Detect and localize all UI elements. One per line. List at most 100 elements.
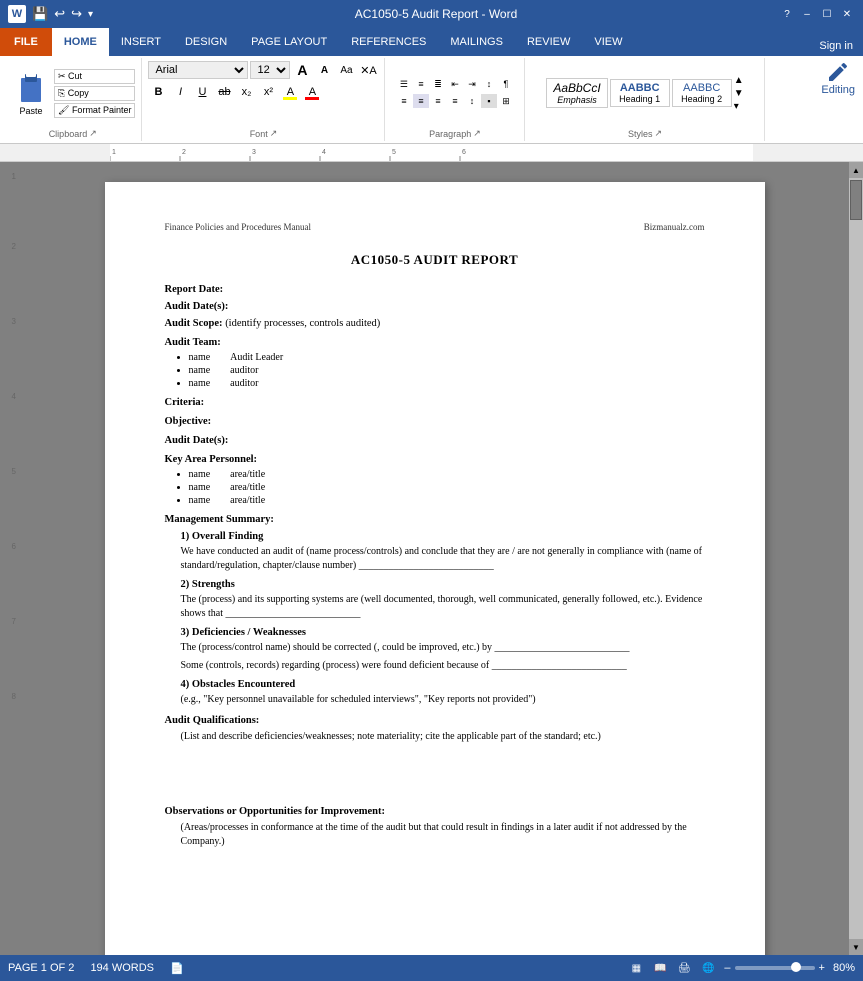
styles-group: AaBbCcI Emphasis AABBC Heading 1 AABBC H… <box>525 58 765 141</box>
view-normal-icon[interactable]: ▦ <box>628 960 644 976</box>
report-date-field: Report Date: <box>165 284 705 295</box>
copy-button[interactable]: ⎘ Copy <box>54 86 135 101</box>
view-reading-icon[interactable]: 📖 <box>652 960 668 976</box>
multilevel-list-button[interactable]: ≣ <box>430 77 446 91</box>
section3-body2[interactable]: Some (controls, records) regarding (proc… <box>181 659 705 673</box>
word-count-icon[interactable]: 📄 <box>170 962 184 975</box>
bold-button[interactable]: B <box>148 82 168 102</box>
zoom-minus-button[interactable]: – <box>724 962 730 974</box>
audit-qual-body[interactable]: (List and describe deficiencies/weakness… <box>181 730 705 744</box>
scroll-thumb[interactable] <box>850 180 862 220</box>
section3-body1[interactable]: The (process/control name) should be cor… <box>181 641 705 655</box>
bullets-button[interactable]: ☰ <box>396 77 412 91</box>
font-group: Arial 12 A A Aa ✕A B I U ab x₂ x² <box>142 58 385 141</box>
scroll-down-button[interactable]: ▼ <box>849 939 863 955</box>
observations-body[interactable]: (Areas/processes in conformance at the t… <box>181 821 705 849</box>
section2-body[interactable]: The (process) and its supporting systems… <box>181 593 705 621</box>
paste-button[interactable]: Paste <box>10 67 52 119</box>
paragraph-group: ☰ ≡ ≣ ⇤ ⇥ ↕ ¶ ≡ ≡ ≡ ≡ ↕ ▪ ⊞ <box>385 58 525 141</box>
section4-body[interactable]: (e.g., "Key personnel unavailable for sc… <box>181 693 705 707</box>
clipboard-group: Paste ✂ Cut ⎘ Copy 🖌 Format Painter Clip… <box>4 58 142 141</box>
redo-icon[interactable]: ↪ <box>71 6 82 22</box>
restore-button[interactable]: ☐ <box>819 6 835 22</box>
style-heading2[interactable]: AABBC Heading 2 <box>672 79 732 107</box>
list-item: name auditor <box>189 378 705 389</box>
quick-save-icon[interactable]: 💾 <box>32 6 48 22</box>
show-hide-button[interactable]: ¶ <box>498 77 514 91</box>
tab-references[interactable]: REFERENCES <box>339 28 438 56</box>
signin-button[interactable]: Sign in <box>809 36 863 56</box>
close-button[interactable]: ✕ <box>839 6 855 22</box>
tab-mailings[interactable]: MAILINGS <box>438 28 515 56</box>
format-painter-button[interactable]: 🖌 Format Painter <box>54 103 135 118</box>
superscript-button[interactable]: x² <box>258 82 278 102</box>
text-highlight-button[interactable]: A <box>280 82 300 102</box>
help-button[interactable]: ? <box>779 6 795 22</box>
borders-button[interactable]: ⊞ <box>498 94 514 108</box>
audit-qual-heading: Audit Qualifications: <box>165 715 705 726</box>
tab-view[interactable]: VIEW <box>582 28 634 56</box>
file-tab[interactable]: FILE <box>0 28 52 56</box>
title-bar-left: W 💾 ↩ ↪ ▾ <box>8 5 93 23</box>
styles-scroll-down[interactable]: ▼ <box>734 88 744 99</box>
numbering-button[interactable]: ≡ <box>413 77 429 91</box>
document-title[interactable]: AC1050-5 AUDIT REPORT <box>165 252 705 268</box>
minimize-button[interactable]: – <box>799 6 815 22</box>
decrease-indent-button[interactable]: ⇤ <box>447 77 463 91</box>
styles-expand-icon[interactable]: ↗ <box>654 128 662 139</box>
section1-body[interactable]: We have conducted an audit of (name proc… <box>181 545 705 573</box>
clear-formatting-button[interactable]: ✕A <box>358 60 378 80</box>
italic-button[interactable]: I <box>170 82 190 102</box>
font-name-select[interactable]: Arial <box>148 61 248 79</box>
styles-scroll-up[interactable]: ▲ <box>734 75 744 86</box>
editing-pencil-icon <box>826 60 850 84</box>
cut-button[interactable]: ✂ Cut <box>54 69 135 84</box>
justify-button[interactable]: ≡ <box>447 94 463 108</box>
font-shrink-button[interactable]: A <box>314 60 334 80</box>
clipboard-expand-icon[interactable]: ↗ <box>89 128 97 139</box>
key-personnel-list: name area/title name area/title name are… <box>189 469 705 506</box>
font-expand-icon[interactable]: ↗ <box>270 128 278 139</box>
font-grow-button[interactable]: A <box>292 60 312 80</box>
sort-button[interactable]: ↕ <box>481 77 497 91</box>
svg-text:5: 5 <box>392 149 396 156</box>
styles-expand[interactable]: ▾ <box>734 101 744 112</box>
undo-icon[interactable]: ↩ <box>54 6 65 22</box>
subscript-button[interactable]: x₂ <box>236 82 256 102</box>
svg-text:4: 4 <box>322 149 326 156</box>
style-heading1[interactable]: AABBC Heading 1 <box>610 79 670 107</box>
list-item: name area/title <box>189 495 705 506</box>
tab-design[interactable]: DESIGN <box>173 28 239 56</box>
font-size-select[interactable]: 12 <box>250 61 290 79</box>
shading-button[interactable]: ▪ <box>481 94 497 108</box>
zoom-thumb[interactable] <box>791 962 801 972</box>
zoom-plus-button[interactable]: + <box>819 962 825 974</box>
align-left-button[interactable]: ≡ <box>396 94 412 108</box>
line-spacing-button[interactable]: ↕ <box>464 94 480 108</box>
document-area[interactable]: Finance Policies and Procedures Manual B… <box>20 162 849 955</box>
scroll-up-button[interactable]: ▲ <box>849 162 863 178</box>
ribbon-content: Paste ✂ Cut ⎘ Copy 🖌 Format Painter Clip… <box>0 56 863 144</box>
align-center-button[interactable]: ≡ <box>413 94 429 108</box>
strikethrough-button[interactable]: ab <box>214 82 234 102</box>
view-web-icon[interactable]: 🌐 <box>700 960 716 976</box>
change-case-button[interactable]: Aa <box>336 60 356 80</box>
vertical-scrollbar[interactable]: ▲ ▼ <box>849 162 863 955</box>
customize-icon[interactable]: ▾ <box>88 9 93 20</box>
increase-indent-button[interactable]: ⇥ <box>464 77 480 91</box>
tab-home[interactable]: HOME <box>52 28 109 56</box>
view-print-icon[interactable]: 🖨 <box>676 960 692 976</box>
paragraph-expand-icon[interactable]: ↗ <box>473 128 481 139</box>
audit-team-list: name Audit Leader name auditor name audi… <box>189 352 705 389</box>
underline-button[interactable]: U <box>192 82 212 102</box>
tab-page-layout[interactable]: PAGE LAYOUT <box>239 28 339 56</box>
style-emphasis[interactable]: AaBbCcI Emphasis <box>546 78 607 108</box>
font-color-button[interactable]: A <box>302 82 322 102</box>
align-right-button[interactable]: ≡ <box>430 94 446 108</box>
document-page: Finance Policies and Procedures Manual B… <box>105 182 765 955</box>
tab-insert[interactable]: INSERT <box>109 28 173 56</box>
zoom-slider[interactable] <box>735 966 815 970</box>
section2-heading: 2) Strengths <box>181 579 705 590</box>
tab-review[interactable]: REVIEW <box>515 28 582 56</box>
status-bar-right: ▦ 📖 🖨 🌐 – + 80% <box>628 960 855 976</box>
